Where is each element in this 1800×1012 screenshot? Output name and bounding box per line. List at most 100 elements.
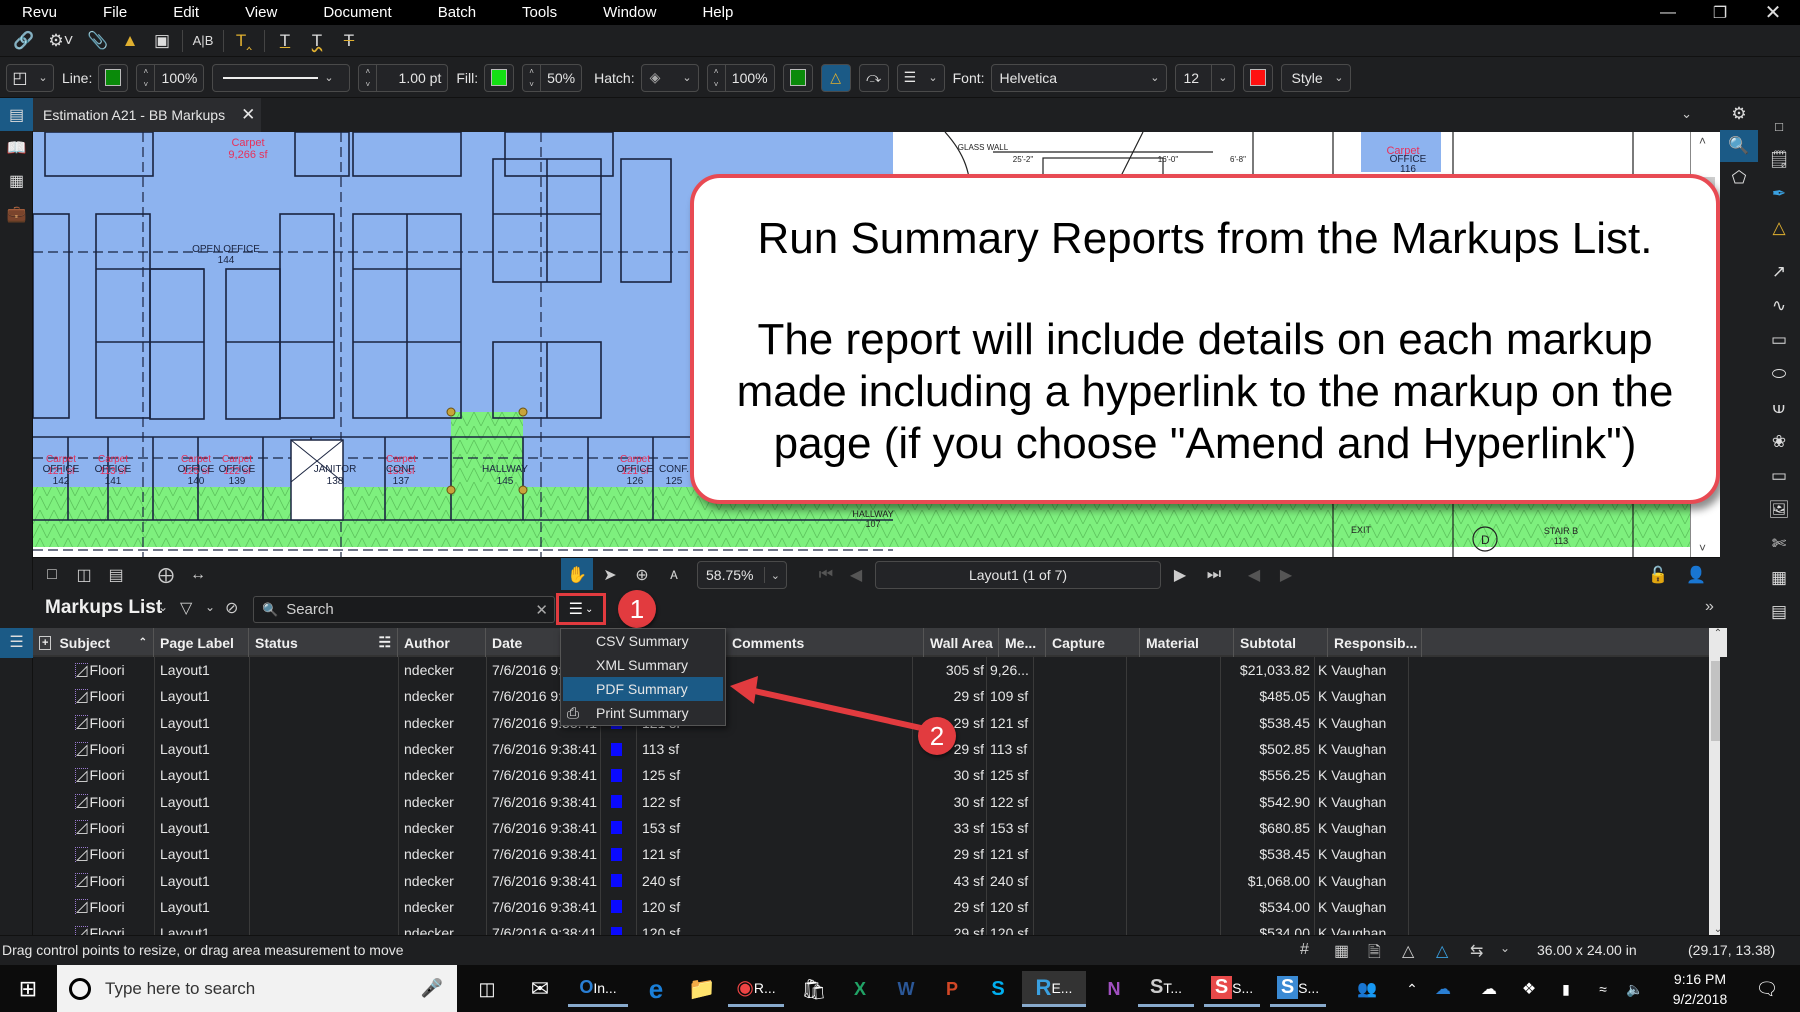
- snapshot-tool-icon[interactable]: ▦: [1760, 562, 1798, 594]
- table-row[interactable]: ◿ Floori Layout1 ndecker 7/6/2016 9:38:41 120…: [33, 920, 1720, 935]
- revu-app[interactable]: R E...: [1022, 971, 1086, 1007]
- close-window-button[interactable]: ✕: [1750, 0, 1796, 25]
- edge-icon[interactable]: e: [638, 971, 674, 1007]
- sound-icon[interactable]: ▲: [114, 27, 146, 55]
- onedrive-icon[interactable]: ☁: [1430, 971, 1456, 1007]
- menu-batch[interactable]: Batch: [438, 4, 476, 21]
- powerpoint-icon[interactable]: P: [934, 971, 970, 1007]
- taskbar-search-box[interactable]: Type here to search 🎤: [57, 965, 457, 1012]
- zoom-level-dropdown[interactable]: 58.75% ⌄: [697, 561, 787, 589]
- snap-to-markup-icon[interactable]: △: [1402, 941, 1414, 961]
- sync-chevron-icon[interactable]: ⌄: [1500, 941, 1510, 955]
- show-hidden-icons[interactable]: ⌃: [1400, 971, 1424, 1007]
- hatch-opacity-spinner[interactable]: ˄ ˅ 100%: [706, 63, 775, 92]
- next-view-icon[interactable]: ▶: [1271, 561, 1301, 588]
- column-header-page-label[interactable]: Page Label: [154, 628, 249, 657]
- line-color-button[interactable]: [98, 63, 129, 92]
- single-page-icon[interactable]: □: [37, 561, 67, 588]
- column-header-measurement[interactable]: Me...: [999, 628, 1046, 657]
- polyline-icon[interactable]: ∿: [1760, 290, 1798, 322]
- text-box-icon[interactable]: □: [1760, 110, 1798, 142]
- menu-item-csv-summary[interactable]: CSV Summary: [561, 629, 725, 653]
- table-row[interactable]: ◿ Floori Layout1 ndecker 7/6/2016 9:38:41 125…: [33, 762, 1720, 788]
- cloud-plus-icon[interactable]: ▭: [1760, 460, 1798, 492]
- excel-icon[interactable]: X: [842, 971, 878, 1007]
- menu-item-print-summary[interactable]: ⎙ Print Summary: [561, 701, 725, 725]
- pen-icon[interactable]: ✒: [1760, 178, 1798, 210]
- markups-list-icon[interactable]: ☰: [0, 625, 33, 658]
- text-color-button[interactable]: [1242, 63, 1273, 92]
- column-header-wall-area[interactable]: Wall Area: [924, 628, 999, 657]
- first-page-icon[interactable]: ⏮: [811, 561, 841, 588]
- split-horizontal-icon[interactable]: ▤: [101, 561, 131, 588]
- font-dropdown[interactable]: Helvetica ⌄: [990, 63, 1167, 92]
- snagit-app-1[interactable]: S T...: [1138, 971, 1194, 1007]
- windows-start-icon[interactable]: ⊞: [10, 971, 46, 1007]
- search-input[interactable]: 🔍 Search ✕: [253, 596, 555, 623]
- dropbox-icon[interactable]: ❖: [1516, 971, 1542, 1007]
- fit-width-icon[interactable]: ↔: [183, 561, 213, 588]
- menu-revu[interactable]: Revu: [22, 4, 57, 21]
- snap-to-grid-icon[interactable]: ▦: [1334, 941, 1349, 961]
- font-size-dropdown[interactable]: 12 ⌄: [1174, 63, 1235, 92]
- cloud-icon[interactable]: ☁: [1476, 971, 1502, 1007]
- markup-type-dropdown[interactable]: ◰ ⌄: [6, 63, 54, 92]
- document-tab[interactable]: Estimation A21 - BB Markups ✕: [33, 98, 261, 132]
- title-chevron-icon[interactable]: ⌄: [158, 600, 168, 614]
- filter-icon[interactable]: ▽: [180, 598, 192, 618]
- text-align-dropdown[interactable]: ☰ ⌄: [896, 63, 945, 92]
- column-header-comments[interactable]: Comments: [726, 628, 924, 657]
- grid-icon[interactable]: #: [1300, 941, 1309, 959]
- lock-icon[interactable]: 🔓: [1643, 561, 1673, 588]
- search-icon[interactable]: 🔍: [1720, 130, 1758, 162]
- spinner-arrows[interactable]: ˄ ˅: [708, 64, 726, 91]
- spellcheck-icon[interactable]: A|B: [187, 27, 219, 55]
- select-text-icon[interactable]: ᴀ: [659, 561, 689, 588]
- sync-icon[interactable]: ⇆: [1470, 941, 1483, 961]
- onenote-icon[interactable]: N: [1096, 971, 1132, 1007]
- menu-view[interactable]: View: [245, 4, 277, 21]
- scroll-up-icon[interactable]: ˄: [1699, 134, 1706, 148]
- mail-icon[interactable]: ✉: [520, 971, 560, 1007]
- menu-item-xml-summary[interactable]: XML Summary: [561, 653, 725, 677]
- table-row[interactable]: ◿ Floori Layout1 ndecker 7/6/2016 9:38:41 122…: [33, 789, 1720, 815]
- stamp-icon[interactable]: ⚙˅: [40, 27, 82, 55]
- volume-icon[interactable]: 🔈: [1622, 971, 1648, 1007]
- attachment-icon[interactable]: 📎: [82, 27, 114, 55]
- link-icon[interactable]: 🔗: [8, 27, 40, 55]
- tab-list-chevron-icon[interactable]: ⌄: [1681, 106, 1692, 122]
- restore-button[interactable]: ❐: [1697, 0, 1743, 25]
- minimize-button[interactable]: —: [1645, 0, 1691, 25]
- measure-ruler-icon[interactable]: ▤: [1760, 596, 1798, 628]
- image-icon[interactable]: 🖼: [1760, 494, 1798, 526]
- toolchest-icon[interactable]: 💼: [0, 197, 33, 230]
- expand-right-icon[interactable]: »: [1705, 598, 1714, 616]
- style-dropdown[interactable]: Style ⌄: [1280, 63, 1351, 92]
- menu-file[interactable]: File: [103, 4, 127, 21]
- fill-color-button[interactable]: [484, 63, 515, 92]
- action-center-icon[interactable]: 🗨: [1752, 971, 1782, 1007]
- fill-opacity-spinner[interactable]: ˄ ˅ 50%: [522, 63, 583, 92]
- bookmarks-icon[interactable]: 📖: [0, 131, 33, 164]
- menu-document[interactable]: Document: [323, 4, 391, 21]
- table-row[interactable]: ◿ Floori Layout1 ndecker 7/6/2016 9:38:41 120…: [33, 894, 1720, 920]
- markups-list-title[interactable]: Markups List: [45, 597, 162, 619]
- line-width-spinner[interactable]: ˄ ˅ 1.00 pt: [358, 63, 449, 92]
- clear-search-icon[interactable]: ✕: [535, 601, 548, 619]
- close-tab-icon[interactable]: ✕: [241, 105, 255, 125]
- insert-text-icon[interactable]: T‸: [228, 27, 260, 55]
- expand-all-icon[interactable]: +: [39, 635, 52, 650]
- user-icon[interactable]: 👤: [1681, 561, 1711, 588]
- crop-image-icon[interactable]: ✄: [1760, 528, 1798, 560]
- snap-to-content-icon[interactable]: 🗎: [1368, 941, 1381, 968]
- zoom-icon[interactable]: ⊕: [627, 561, 657, 588]
- fit-page-icon[interactable]: ⨁: [151, 561, 181, 588]
- hatch-color-button[interactable]: [782, 63, 813, 92]
- table-row[interactable]: ◿ Floori Layout1 ndecker 7/6/2016 9:38:41 153…: [33, 815, 1720, 841]
- column-chooser-icon[interactable]: ☵: [378, 634, 391, 651]
- reuse-icon[interactable]: △: [1436, 941, 1448, 961]
- skype-icon[interactable]: S: [980, 971, 1016, 1007]
- menu-edit[interactable]: Edit: [173, 4, 199, 21]
- people-icon[interactable]: 👥: [1352, 971, 1382, 1007]
- filter-chevron-icon[interactable]: ⌄: [205, 600, 215, 614]
